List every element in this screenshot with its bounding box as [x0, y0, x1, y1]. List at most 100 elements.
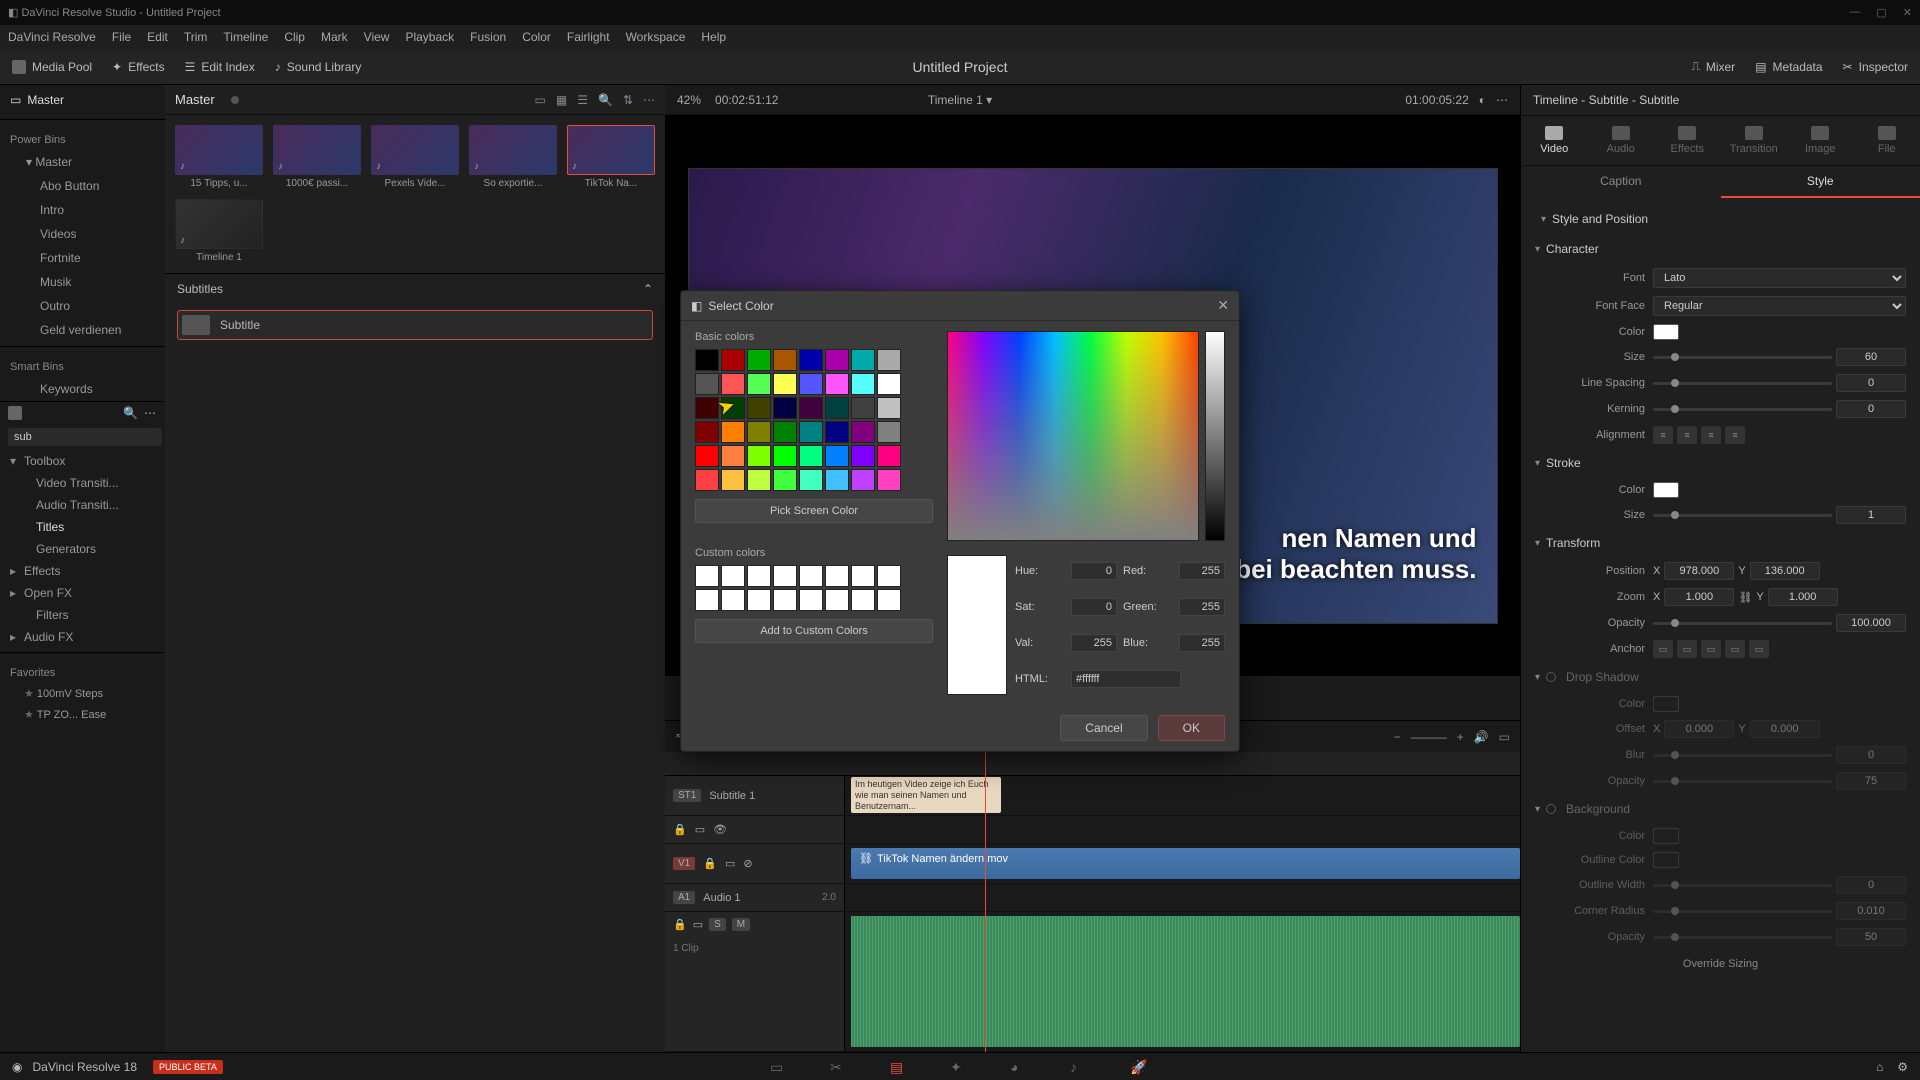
settings-icon[interactable]: ⚙ — [1897, 1060, 1908, 1074]
color-swatch[interactable] — [825, 445, 849, 467]
media-clip[interactable]: So exportie... — [469, 125, 557, 189]
color-swatch[interactable] — [877, 397, 901, 419]
page-color-icon[interactable]: ◕ — [1010, 1059, 1030, 1075]
collapse-icon[interactable]: ⌃ — [643, 282, 653, 296]
view-list-icon[interactable]: ☰ — [577, 93, 588, 107]
color-swatch[interactable] — [799, 421, 823, 443]
size-slider[interactable] — [1653, 356, 1832, 359]
playhead[interactable] — [985, 752, 986, 1052]
frame-icon[interactable]: ▭ — [693, 918, 703, 931]
color-swatch[interactable] — [799, 445, 823, 467]
pick-screen-color-button[interactable]: Pick Screen Color — [695, 499, 933, 523]
home-icon[interactable]: ⌂ — [1876, 1060, 1883, 1074]
character-header[interactable]: Character — [1521, 234, 1920, 264]
custom-color-slot[interactable] — [799, 565, 823, 587]
custom-color-slot[interactable] — [877, 589, 901, 611]
color-swatch[interactable] — [851, 373, 875, 395]
font-select[interactable]: Lato — [1653, 268, 1906, 288]
toggle-dot-icon[interactable] — [1546, 804, 1556, 814]
color-swatch[interactable] — [747, 445, 771, 467]
inspector-tab-video[interactable]: Video — [1521, 116, 1588, 165]
custom-color-slot[interactable] — [825, 565, 849, 587]
add-custom-color-button[interactable]: Add to Custom Colors — [695, 619, 933, 643]
color-swatch[interactable] — [747, 373, 771, 395]
menu-file[interactable]: File — [112, 30, 131, 44]
anchor-btn[interactable]: ▭ — [1725, 640, 1745, 658]
override-sizing[interactable]: Override Sizing — [1521, 950, 1920, 978]
cancel-button[interactable]: Cancel — [1060, 715, 1147, 741]
sound-library-toggle[interactable]: ♪Sound Library — [275, 60, 362, 74]
stroke-color-swatch[interactable] — [1653, 482, 1679, 498]
red-input[interactable] — [1179, 562, 1225, 580]
tl-zoom-in-icon[interactable]: + — [1457, 730, 1464, 744]
close-icon[interactable]: ✕ — [1903, 6, 1912, 19]
toolbox-openfx[interactable]: Open FX — [0, 582, 164, 604]
hue-input[interactable] — [1071, 562, 1117, 580]
media-clip-selected[interactable]: TikTok Na... — [567, 125, 655, 189]
menu-resolve[interactable]: DaVinci Resolve — [8, 30, 96, 44]
media-clip[interactable]: Pexels Vide... — [371, 125, 459, 189]
maximize-icon[interactable]: ▢ — [1876, 6, 1886, 19]
menu-mark[interactable]: Mark — [321, 30, 348, 44]
tl-custom-icon[interactable]: ▭ — [1499, 730, 1510, 744]
menu-workspace[interactable]: Workspace — [626, 30, 686, 44]
color-swatch[interactable] — [747, 421, 771, 443]
media-pool-toggle[interactable]: Media Pool — [12, 60, 92, 74]
color-swatch[interactable] — [721, 421, 745, 443]
search-icon[interactable]: 🔍 — [123, 406, 138, 420]
pb-item[interactable]: Abo Button — [0, 174, 165, 198]
color-swatch[interactable] — [825, 469, 849, 491]
sb-item[interactable]: Keywords — [0, 377, 165, 401]
pb-item[interactable]: Outro — [0, 294, 165, 318]
favorite-item[interactable]: TP ZO... Ease — [0, 704, 164, 725]
media-clip[interactable]: 1000€ passi... — [273, 125, 361, 189]
zoom-x-input[interactable] — [1664, 588, 1734, 606]
tl-zoom-out-icon[interactable]: − — [1394, 730, 1401, 744]
pb-item[interactable]: Musik — [0, 270, 165, 294]
color-gradient[interactable] — [947, 331, 1199, 541]
zoom-level[interactable]: 42% — [677, 93, 701, 107]
page-media-icon[interactable]: ▭ — [770, 1059, 790, 1075]
view-grid-icon[interactable]: ▦ — [556, 93, 567, 107]
custom-color-slot[interactable] — [825, 589, 849, 611]
link-icon[interactable]: ⛓ — [1738, 591, 1752, 604]
page-fusion-icon[interactable]: ✦ — [950, 1059, 970, 1075]
color-swatch[interactable] — [851, 469, 875, 491]
custom-color-slot[interactable] — [747, 589, 771, 611]
sat-input[interactable] — [1071, 598, 1117, 616]
subtab-caption[interactable]: Caption — [1521, 166, 1721, 198]
subtitle-track-head[interactable]: ST1 Subtitle 1 — [665, 776, 845, 815]
green-input[interactable] — [1179, 598, 1225, 616]
color-swatch[interactable] — [695, 469, 719, 491]
anchor-btn[interactable]: ▭ — [1701, 640, 1721, 658]
effects-search-input[interactable] — [8, 428, 162, 446]
v1-track-head[interactable]: V1 🔒 ▭ ⊘ — [665, 844, 845, 883]
menu-fusion[interactable]: Fusion — [470, 30, 506, 44]
style-position-header[interactable]: Style and Position — [1521, 204, 1920, 234]
color-swatch[interactable] — [773, 445, 797, 467]
menu-fairlight[interactable]: Fairlight — [567, 30, 610, 44]
toolbox-item[interactable]: Audio Transiti... — [0, 494, 164, 516]
size-input[interactable] — [1836, 348, 1906, 366]
stroke-header[interactable]: Stroke — [1521, 448, 1920, 478]
menu-help[interactable]: Help — [701, 30, 726, 44]
mixer-toggle[interactable]: ⎍Mixer — [1691, 59, 1735, 74]
timeline[interactable]: ST1 Subtitle 1 Im heutigen Video zeige i… — [665, 752, 1520, 1052]
color-swatch[interactable] — [799, 469, 823, 491]
pb-item[interactable]: Geld verdienen — [0, 318, 165, 342]
color-swatch[interactable] — [773, 397, 797, 419]
kerning-slider[interactable] — [1653, 408, 1832, 411]
color-swatch[interactable] — [877, 469, 901, 491]
edit-index-toggle[interactable]: ☰Edit Index — [185, 60, 255, 74]
linespacing-input[interactable] — [1836, 374, 1906, 392]
color-swatch[interactable] — [695, 373, 719, 395]
minimize-icon[interactable]: — — [1849, 6, 1860, 19]
page-deliver-icon[interactable]: 🚀 — [1130, 1059, 1150, 1075]
subtitle-track-controls[interactable]: 🔒 ▭ 👁 — [665, 816, 845, 843]
anchor-btn[interactable]: ▭ — [1677, 640, 1697, 658]
view-strip-icon[interactable]: ▭ — [535, 93, 546, 107]
frame-icon[interactable]: ▭ — [695, 823, 705, 836]
custom-color-slot[interactable] — [695, 589, 719, 611]
align-left-button[interactable]: ≡ — [1653, 426, 1673, 444]
fontface-select[interactable]: Regular — [1653, 296, 1906, 316]
